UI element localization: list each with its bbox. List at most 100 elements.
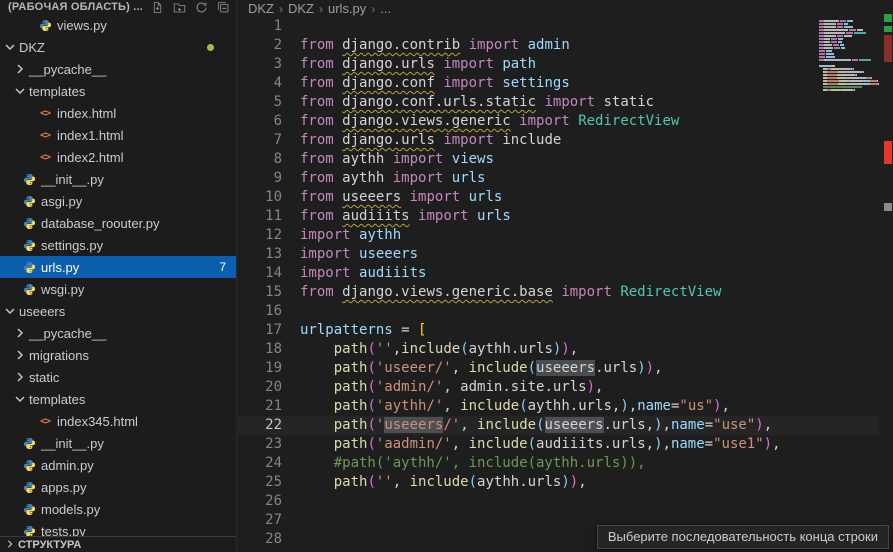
chevron-down-icon — [13, 394, 27, 404]
code-line-21[interactable]: 21 path('aythh/', include(aythh.urls,),n… — [238, 397, 879, 416]
tree-item-useeers[interactable]: useeers — [0, 300, 236, 322]
code-line-14[interactable]: 14import audiiits — [238, 264, 879, 283]
tree-item-database-roouter-py[interactable]: database_roouter.py — [0, 212, 236, 234]
refresh-button[interactable] — [195, 1, 208, 14]
code-line-6[interactable]: 6from django.views.generic import Redire… — [238, 112, 879, 131]
tree-item-dkz[interactable]: DKZ — [0, 36, 236, 58]
tree-item-label: views.py — [57, 18, 107, 33]
code-line-8[interactable]: 8from aythh import views — [238, 150, 879, 169]
collapse-all-button[interactable] — [217, 1, 230, 14]
tree-item-pycache[interactable]: __pycache__ — [0, 322, 236, 344]
tree-item-index-html[interactable]: <>index.html — [0, 102, 236, 124]
line-number: 27 — [238, 511, 282, 530]
code-line-4[interactable]: 4from django.conf import settings — [238, 74, 879, 93]
breadcrumb-item-dkz[interactable]: DKZ — [248, 1, 274, 16]
line-number: 17 — [238, 321, 282, 340]
code-line-7[interactable]: 7from django.urls import include — [238, 131, 879, 150]
breadcrumb-item-dkz[interactable]: DKZ — [288, 1, 314, 16]
tree-item-label: apps.py — [41, 480, 87, 495]
code-line-22[interactable]: 22 path('useeers/', include(useeers.urls… — [238, 416, 879, 435]
new-file-button[interactable] — [151, 1, 164, 14]
ruler-mark — [884, 26, 892, 32]
line-number: 16 — [238, 302, 282, 321]
code-line-19[interactable]: 19 path('useeer/', include(useeers.urls)… — [238, 359, 879, 378]
code-line-1[interactable]: 1 — [238, 17, 879, 36]
code-area[interactable]: 12from django.contrib import admin3from … — [238, 17, 879, 552]
tree-item-views-py[interactable]: views.py — [0, 14, 236, 36]
code-line-24[interactable]: 24 #path('aythh/', include(aythh.urls)), — [238, 454, 879, 473]
python-icon — [21, 217, 37, 230]
code-line-20[interactable]: 20 path('admin/', admin.site.urls), — [238, 378, 879, 397]
tree-item-init-py[interactable]: __init__.py — [0, 168, 236, 190]
line-content: #path('aythh/', include(aythh.urls)), — [282, 454, 646, 473]
code-line-16[interactable]: 16 — [238, 302, 879, 321]
code-line-11[interactable]: 11from audiiits import urls — [238, 207, 879, 226]
line-number: 11 — [238, 207, 282, 226]
tree-item-templates[interactable]: templates — [0, 80, 236, 102]
new-folder-button[interactable] — [173, 1, 186, 14]
line-number: 9 — [238, 169, 282, 188]
line-content: from django.views.generic import Redirec… — [282, 112, 679, 131]
line-number: 12 — [238, 226, 282, 245]
line-number: 20 — [238, 378, 282, 397]
tree-item-urls-py[interactable]: urls.py7 — [0, 256, 236, 278]
tree-item-static[interactable]: static — [0, 366, 236, 388]
code-line-13[interactable]: 13import useeers — [238, 245, 879, 264]
tree-item-init-py[interactable]: __init__.py — [0, 432, 236, 454]
tree-item-label: __init__.py — [41, 172, 104, 187]
tree-item-asgi-py[interactable]: asgi.py — [0, 190, 236, 212]
outline-section-header[interactable]: СТРУКТУРА — [0, 536, 236, 552]
line-content — [282, 492, 300, 511]
tree-item-models-py[interactable]: models.py — [0, 498, 236, 520]
tree-item-label: templates — [29, 392, 85, 407]
line-number: 18 — [238, 340, 282, 359]
tree-item-pycache[interactable]: __pycache__ — [0, 58, 236, 80]
tree-item-admin-py[interactable]: admin.py — [0, 454, 236, 476]
code-line-3[interactable]: 3from django.urls import path — [238, 55, 879, 74]
code-line-23[interactable]: 23 path('aadmin/', include(audiiits.urls… — [238, 435, 879, 454]
line-content: from django.urls import include — [282, 131, 561, 150]
tree-item-label: __pycache__ — [29, 326, 106, 341]
tree-item-label: asgi.py — [41, 194, 82, 209]
python-icon — [21, 261, 37, 274]
chevron-right-icon — [13, 328, 27, 338]
code-line-15[interactable]: 15from django.views.generic.base import … — [238, 283, 879, 302]
code-line-17[interactable]: 17urlpatterns = [ — [238, 321, 879, 340]
code-line-9[interactable]: 9from aythh import urls — [238, 169, 879, 188]
tree-item-apps-py[interactable]: apps.py — [0, 476, 236, 498]
line-number: 19 — [238, 359, 282, 378]
line-number: 21 — [238, 397, 282, 416]
tree-item-migrations[interactable]: migrations — [0, 344, 236, 366]
code-line-5[interactable]: 5from django.conf.urls.static import sta… — [238, 93, 879, 112]
tree-item-index1-html[interactable]: <>index1.html — [0, 124, 236, 146]
tree-item-index2-html[interactable]: <>index2.html — [0, 146, 236, 168]
line-content: path('aythh/', include(aythh.urls,),name… — [282, 397, 730, 416]
line-number: 14 — [238, 264, 282, 283]
line-content — [282, 511, 300, 530]
python-icon — [37, 19, 53, 32]
editor-pane: DKZ›DKZ›urls.py›... 12from django.contri… — [238, 0, 893, 552]
line-content: from django.views.generic.base import Re… — [282, 283, 721, 302]
line-content — [282, 530, 300, 549]
code-line-12[interactable]: 12import aythh — [238, 226, 879, 245]
ruler-mark — [884, 141, 892, 164]
code-line-2[interactable]: 2from django.contrib import admin — [238, 36, 879, 55]
tree-item-settings-py[interactable]: settings.py — [0, 234, 236, 256]
tree-item-templates[interactable]: templates — [0, 388, 236, 410]
tree-item-label: index1.html — [57, 128, 123, 143]
chevron-right-icon — [13, 372, 27, 382]
file-tree: views.pyDKZ__pycache__templates<>index.h… — [0, 14, 236, 536]
breadcrumb-item-urls-py[interactable]: urls.py — [328, 1, 366, 16]
breadcrumb-item-[interactable]: ... — [380, 1, 391, 16]
line-number: 5 — [238, 93, 282, 112]
code-line-18[interactable]: 18 path('',include(aythh.urls)), — [238, 340, 879, 359]
tree-item-tests-py[interactable]: tests.py — [0, 520, 236, 536]
tree-item-wsgi-py[interactable]: wsgi.py — [0, 278, 236, 300]
code-line-25[interactable]: 25 path('', include(aythh.urls)), — [238, 473, 879, 492]
line-content — [282, 302, 300, 321]
tree-item-index345-html[interactable]: <>index345.html — [0, 410, 236, 432]
python-icon — [21, 195, 37, 208]
code-line-26[interactable]: 26 — [238, 492, 879, 511]
minimap[interactable] — [819, 17, 883, 101]
code-line-10[interactable]: 10from useeers import urls — [238, 188, 879, 207]
